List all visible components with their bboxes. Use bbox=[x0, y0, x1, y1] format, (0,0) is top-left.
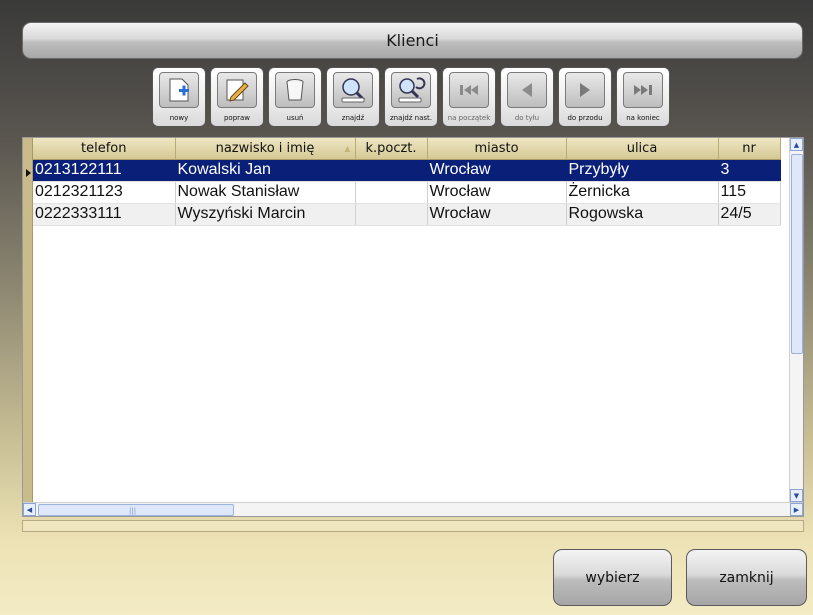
new-document-icon bbox=[159, 72, 199, 108]
first-record-icon bbox=[449, 72, 489, 108]
column-header-ulica[interactable]: ulica bbox=[566, 138, 719, 160]
column-header-nr[interactable]: nr bbox=[718, 138, 781, 160]
table-row[interactable]: 0212321123 Nowak Stanisław Wrocław Żerni… bbox=[33, 181, 781, 204]
cell-nr: 115 bbox=[718, 181, 781, 204]
cell-nr: 3 bbox=[718, 159, 781, 182]
scroll-up-icon[interactable]: ▲ bbox=[790, 138, 803, 151]
edit-pencil-icon bbox=[217, 72, 257, 108]
sort-ascending-icon: ▲ bbox=[344, 144, 351, 153]
next-record-button[interactable]: do przodu bbox=[558, 67, 612, 127]
cell-nazwisko: Nowak Stanisław bbox=[175, 181, 356, 204]
cell-kod bbox=[355, 159, 428, 182]
find-button[interactable]: znajdź bbox=[326, 67, 380, 127]
clients-grid: telefon nazwisko i imię ▲ k.poczt. miasto… bbox=[22, 137, 804, 517]
column-header-nazwisko[interactable]: nazwisko i imię ▲ bbox=[175, 138, 356, 160]
horizontal-scrollbar[interactable]: ◀ ||| ▶ bbox=[23, 502, 803, 516]
search-next-icon bbox=[391, 72, 431, 108]
scroll-left-icon[interactable]: ◀ bbox=[23, 503, 36, 516]
last-record-button[interactable]: na koniec bbox=[616, 67, 670, 127]
cell-miasto: Wrocław bbox=[427, 203, 567, 226]
new-button[interactable]: nowy bbox=[152, 67, 206, 127]
cell-ulica: Przybyły bbox=[566, 159, 719, 182]
column-header-telefon[interactable]: telefon bbox=[33, 138, 176, 160]
clients-table: telefon nazwisko i imię ▲ k.poczt. miasto… bbox=[33, 138, 781, 226]
edit-button[interactable]: popraw bbox=[210, 67, 264, 127]
cell-miasto: Wrocław bbox=[427, 159, 567, 182]
grip-icon: ||| bbox=[129, 507, 137, 515]
scroll-down-icon[interactable]: ▼ bbox=[790, 489, 803, 502]
cell-ulica: Rogowska bbox=[566, 203, 719, 226]
scroll-right-icon[interactable]: ▶ bbox=[790, 503, 803, 516]
cell-telefon: 0222333111 bbox=[33, 203, 176, 226]
cell-nr: 24/5 bbox=[718, 203, 781, 226]
cell-miasto: Wrocław bbox=[427, 181, 567, 204]
close-button[interactable]: zamknij bbox=[686, 549, 807, 606]
trash-icon bbox=[275, 72, 315, 108]
table-row[interactable]: 0213122111 Kowalski Jan Wrocław Przybyły… bbox=[33, 159, 781, 182]
cell-telefon: 0213122111 bbox=[33, 159, 176, 182]
window-title: Klienci bbox=[386, 31, 439, 50]
previous-record-button[interactable]: do tyłu bbox=[500, 67, 554, 127]
current-row-arrow-icon bbox=[26, 169, 31, 177]
cell-kod bbox=[355, 181, 428, 204]
column-header-miasto[interactable]: miasto bbox=[427, 138, 567, 160]
table-header-row: telefon nazwisko i imię ▲ k.poczt. miasto… bbox=[33, 138, 781, 160]
search-icon bbox=[333, 72, 373, 108]
horizontal-scroll-thumb[interactable]: ||| bbox=[38, 504, 234, 516]
table-row[interactable]: 0222333111 Wyszyński Marcin Wrocław Rogo… bbox=[33, 203, 781, 226]
first-record-button[interactable]: na początek bbox=[442, 67, 496, 127]
cell-nazwisko: Wyszyński Marcin bbox=[175, 203, 356, 226]
previous-record-icon bbox=[507, 72, 547, 108]
next-record-icon bbox=[565, 72, 605, 108]
cell-telefon: 0212321123 bbox=[33, 181, 176, 204]
vertical-scrollbar[interactable]: ▲ ▼ bbox=[789, 138, 803, 502]
cell-ulica: Żernicka bbox=[566, 181, 719, 204]
cell-nazwisko: Kowalski Jan bbox=[175, 159, 356, 182]
row-indicator-column bbox=[23, 138, 33, 502]
select-button[interactable]: wybierz bbox=[553, 549, 672, 606]
delete-button[interactable]: usuń bbox=[268, 67, 322, 127]
window-title-bar: Klienci bbox=[22, 22, 803, 59]
last-record-icon bbox=[623, 72, 663, 108]
status-bar bbox=[22, 520, 804, 532]
cell-kod bbox=[355, 203, 428, 226]
vertical-scroll-thumb[interactable] bbox=[791, 154, 803, 354]
find-next-button[interactable]: znajdź nast. bbox=[384, 67, 438, 127]
column-header-kod[interactable]: k.poczt. bbox=[355, 138, 428, 160]
